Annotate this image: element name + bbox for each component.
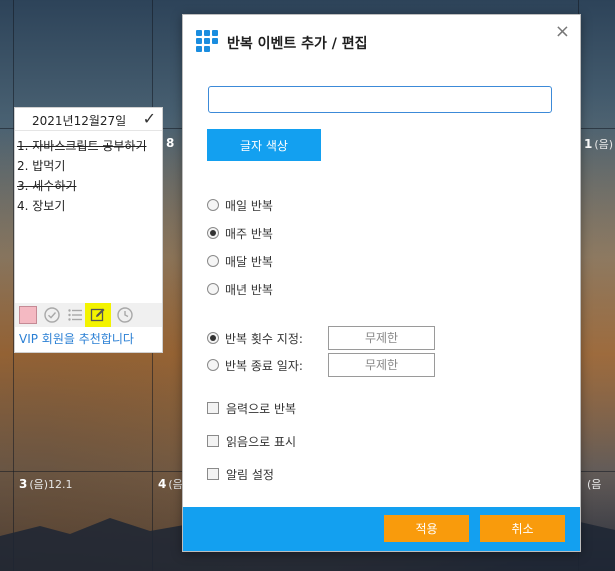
checkmark-icon[interactable]: ✓ <box>143 109 156 128</box>
clock-icon[interactable] <box>117 307 133 323</box>
checkbox[interactable] <box>207 402 219 414</box>
vip-recommend-link[interactable]: VIP 회원을 추천합니다 <box>19 330 134 347</box>
calendar-day-cell[interactable]: 3 (음)12.1 <box>19 476 73 492</box>
memo-panel: 2021년12월27일 ✓ 1. 자바스크립트 공부하기 2. 밥먹기 3. 세… <box>14 107 163 353</box>
checkbox[interactable] <box>207 468 219 480</box>
memo-toolbar <box>15 303 162 327</box>
mark-as-read-option[interactable]: 읽음으로 표시 <box>207 432 296 450</box>
radio-button[interactable] <box>207 359 219 371</box>
close-icon[interactable]: × <box>555 21 570 42</box>
calendar-day-cell[interactable]: 1 (음) <box>584 136 613 152</box>
event-title-input[interactable] <box>208 86 552 113</box>
app-logo-icon <box>196 30 218 52</box>
memo-item[interactable]: 2. 밥먹기 <box>17 156 162 176</box>
repeat-event-dialog: 반복 이벤트 추가 / 편집 × 글자 색상 매일 반복 매주 반복 매달 반복… <box>182 14 581 552</box>
cancel-button[interactable]: 취소 <box>480 515 565 542</box>
list-icon[interactable] <box>67 307 83 323</box>
memo-item[interactable]: 3. 세수하기 <box>17 176 162 196</box>
memo-item[interactable]: 1. 자바스크립트 공부하기 <box>17 136 162 156</box>
memo-header: 2021년12월27일 ✓ <box>15 108 162 131</box>
repeat-monthly-option[interactable]: 매달 반복 <box>207 252 273 270</box>
text-color-button[interactable]: 글자 색상 <box>207 129 321 161</box>
repeat-count-field[interactable]: 무제한 <box>328 326 435 350</box>
color-swatch[interactable] <box>19 306 37 324</box>
dialog-title: 반복 이벤트 추가 / 편집 <box>227 36 368 52</box>
dialog-footer: 적용 취소 <box>183 507 580 551</box>
checkbox[interactable] <box>207 435 219 447</box>
repeat-end-date-option[interactable]: 반복 종료 일자: <box>207 356 303 374</box>
radio-button[interactable] <box>207 332 219 344</box>
edit-icon[interactable] <box>90 307 106 323</box>
lunar-repeat-option[interactable]: 음력으로 반복 <box>207 399 296 417</box>
memo-item[interactable]: 4. 장보기 <box>17 196 162 216</box>
memo-date: 2021년12월27일 <box>32 114 127 128</box>
radio-button[interactable] <box>207 227 219 239</box>
calendar-day-cell[interactable]: 8 <box>166 136 174 150</box>
alarm-setting-option[interactable]: 알림 설정 <box>207 465 274 483</box>
radio-button[interactable] <box>207 199 219 211</box>
calendar-day-cell[interactable]: 4 (음 <box>158 476 183 492</box>
memo-list: 1. 자바스크립트 공부하기 2. 밥먹기 3. 세수하기 4. 장보기 <box>15 131 162 216</box>
repeat-count-option[interactable]: 반복 횟수 지정: <box>207 329 303 347</box>
repeat-end-date-field[interactable]: 무제한 <box>328 353 435 377</box>
calendar-day-cell[interactable]: (음 <box>585 476 601 492</box>
radio-button[interactable] <box>207 255 219 267</box>
apply-button[interactable]: 적용 <box>384 515 469 542</box>
repeat-yearly-option[interactable]: 매년 반복 <box>207 280 273 298</box>
repeat-daily-option[interactable]: 매일 반복 <box>207 196 273 214</box>
radio-button[interactable] <box>207 283 219 295</box>
check-circle-icon[interactable] <box>44 307 60 323</box>
repeat-weekly-option[interactable]: 매주 반복 <box>207 224 273 242</box>
